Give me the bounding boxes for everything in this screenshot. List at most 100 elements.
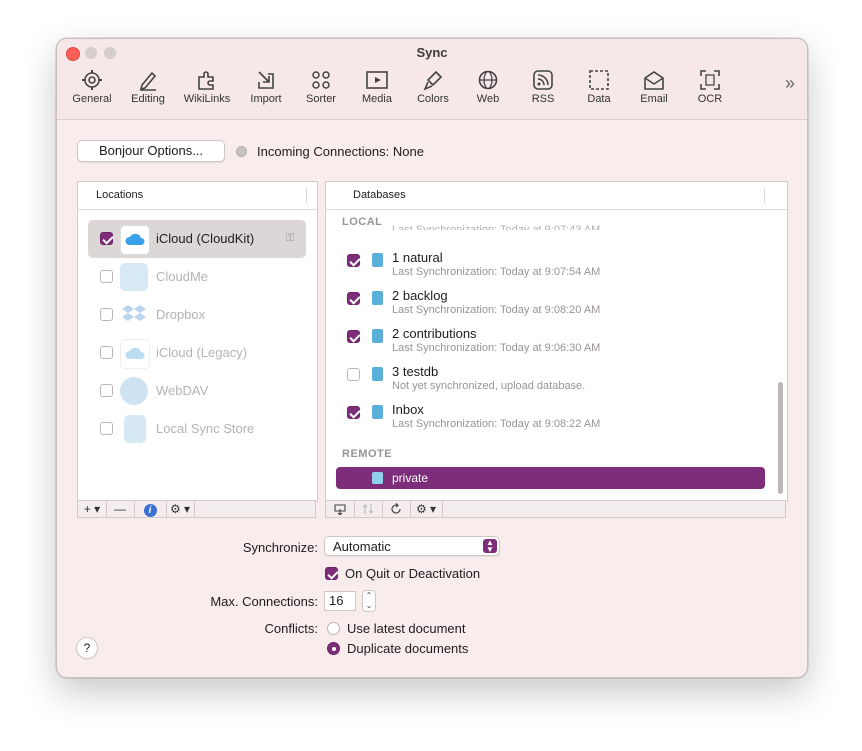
- gear-icon: ⚙ ▾: [415, 502, 437, 516]
- sync-arrows-button-disabled[interactable]: [354, 501, 383, 517]
- toolbar-label: Import: [250, 93, 282, 105]
- popup-arrows-icon: ▲ ▼: [483, 539, 497, 554]
- locations-header: Locations: [78, 182, 317, 210]
- location-row-local-sync-store[interactable]: Local Sync Store: [88, 410, 306, 448]
- toolbar-label: Colors: [417, 93, 449, 105]
- toolbar-import[interactable]: Import: [236, 69, 296, 105]
- add-location-button[interactable]: + ▾: [78, 501, 107, 517]
- database-row[interactable]: 1 natural Last Synchronization: Today at…: [336, 248, 766, 286]
- toolbar-colors[interactable]: Colors: [403, 69, 463, 105]
- toolbar-email[interactable]: Email: [624, 69, 684, 105]
- duplicate-documents-radio[interactable]: [327, 642, 340, 655]
- data-icon: [589, 70, 609, 90]
- database-icon: [372, 329, 383, 343]
- toolbar-label: RSS: [531, 93, 555, 105]
- remote-database-name: private: [392, 471, 429, 485]
- toolbar-label: Data: [587, 93, 611, 105]
- incoming-connections-status: Incoming Connections: None: [257, 144, 424, 159]
- database-row[interactable]: Inbox Last Synchronization: Today at 9:0…: [336, 400, 766, 438]
- location-row-webdav[interactable]: WebDAV: [88, 372, 306, 410]
- ocr-icon: [700, 70, 720, 90]
- databases-list: LOCAL Last Synchronization: Today at 9:0…: [326, 210, 776, 501]
- database-checkbox[interactable]: [347, 406, 360, 419]
- location-row-cloudme[interactable]: CloudMe: [88, 258, 306, 296]
- key-icon: ⚿: [286, 232, 295, 244]
- synchronize-label: Synchronize:: [242, 540, 318, 555]
- download-database-button[interactable]: [326, 501, 355, 517]
- database-row[interactable]: 3 testdb Not yet synchronized, upload da…: [336, 362, 766, 400]
- location-row-dropbox[interactable]: Dropbox: [88, 296, 306, 334]
- database-icon: [372, 367, 383, 381]
- databases-panel: Databases LOCAL Last Synchronization: To…: [325, 181, 788, 502]
- database-row[interactable]: 2 contributions Last Synchronization: To…: [336, 324, 766, 362]
- info-button[interactable]: i: [134, 501, 167, 517]
- refresh-icon: [391, 503, 401, 514]
- database-name: 3 testdb: [392, 364, 439, 379]
- toolbar-editing[interactable]: Editing: [118, 69, 178, 105]
- database-checkbox[interactable]: [347, 368, 360, 381]
- location-row-icloud-legacy[interactable]: iCloud (Legacy): [88, 334, 306, 372]
- database-actions-gear-button[interactable]: ⚙ ▾: [410, 501, 443, 517]
- download-tray-icon: [334, 504, 346, 516]
- partially-scrolled-row: Last Synchronization: Today at 9:07:43 A…: [392, 224, 601, 230]
- toolbar-wikilinks[interactable]: WikiLinks: [177, 69, 237, 105]
- help-button[interactable]: ?: [76, 637, 98, 659]
- location-name: iCloud (Legacy): [156, 345, 248, 360]
- toolbar-label: Sorter: [306, 93, 336, 105]
- bonjour-options-button[interactable]: Bonjour Options...: [77, 140, 225, 162]
- toolbar-web[interactable]: Web: [458, 69, 518, 105]
- database-checkbox[interactable]: [347, 254, 360, 267]
- location-checkbox[interactable]: [100, 270, 113, 283]
- location-checkbox[interactable]: [100, 422, 113, 435]
- toolbar-media[interactable]: Media: [347, 69, 407, 105]
- database-checkbox[interactable]: [347, 330, 360, 343]
- cloudme-icon: [120, 263, 148, 291]
- database-icon: [372, 405, 383, 419]
- remove-location-button[interactable]: —: [106, 501, 135, 517]
- refresh-button[interactable]: [382, 501, 411, 517]
- databases-scrollbar[interactable]: [776, 210, 786, 501]
- scrollbar-thumb[interactable]: [778, 382, 783, 494]
- media-icon: [366, 71, 388, 89]
- toolbar-rss[interactable]: RSS: [513, 69, 573, 105]
- location-actions-gear-button[interactable]: ⚙ ▾: [166, 501, 195, 517]
- location-row-icloud-cloudkit[interactable]: iCloud (CloudKit) ⚿: [88, 220, 306, 258]
- toolbar-general[interactable]: General: [62, 69, 122, 105]
- toolbar-ocr[interactable]: OCR: [680, 69, 740, 105]
- toolbar-label: OCR: [697, 93, 723, 105]
- location-name: Local Sync Store: [156, 421, 255, 436]
- database-sync-status: Last Synchronization: Today at 9:07:54 A…: [392, 266, 601, 278]
- location-checkbox[interactable]: [100, 308, 113, 321]
- database-sync-status: Last Synchronization: Today at 9:08:22 A…: [392, 418, 601, 430]
- use-latest-label: Use latest document: [347, 621, 466, 636]
- globe-icon: [478, 70, 498, 90]
- gear-icon: [82, 70, 102, 90]
- toolbar-sorter[interactable]: Sorter: [291, 69, 351, 105]
- database-name: Inbox: [392, 402, 424, 417]
- location-checkbox[interactable]: [100, 346, 113, 359]
- on-quit-checkbox[interactable]: [325, 567, 338, 580]
- toolbar-label: Email: [640, 93, 668, 105]
- database-checkbox[interactable]: [347, 292, 360, 305]
- synchronize-popup[interactable]: Automatic ▲ ▼: [324, 536, 500, 556]
- puzzle-icon: [198, 71, 214, 90]
- location-checkbox[interactable]: [100, 232, 113, 245]
- databases-header: Databases: [326, 182, 787, 210]
- location-checkbox[interactable]: [100, 384, 113, 397]
- remote-database-row-selected[interactable]: private: [336, 467, 765, 489]
- toolbar-overflow-chevron-icon[interactable]: »: [785, 73, 795, 94]
- database-row[interactable]: 2 backlog Last Synchronization: Today at…: [336, 286, 766, 324]
- database-icon: [372, 291, 383, 305]
- toolbar-data[interactable]: Data: [569, 69, 629, 105]
- toolbar-label: General: [72, 93, 112, 105]
- toolbar-label: Editing: [131, 93, 165, 105]
- max-connections-stepper[interactable]: ⌃ ⌄: [362, 590, 376, 612]
- max-connections-field[interactable]: 16: [324, 591, 356, 611]
- database-sync-status: Not yet synchronized, upload database.: [392, 380, 586, 392]
- locations-panel: Locations iCloud (CloudKit) ⚿ CloudMe Dr…: [77, 181, 318, 502]
- pencil-icon: [139, 71, 157, 91]
- import-arrow-icon: [258, 71, 274, 89]
- database-sync-status: Last Synchronization: Today at 9:08:20 A…: [392, 304, 601, 316]
- dropbox-icon: [120, 301, 148, 329]
- use-latest-radio[interactable]: [327, 622, 340, 635]
